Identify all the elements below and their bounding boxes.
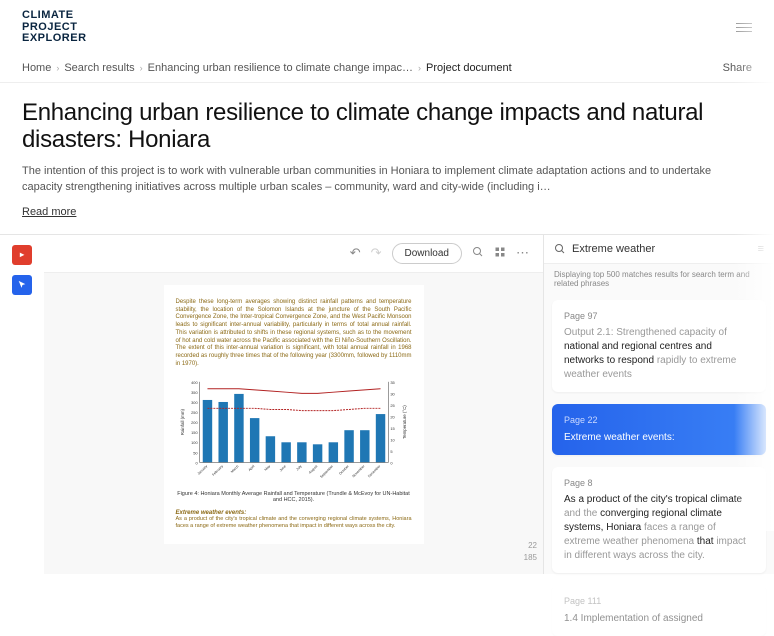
svg-text:30: 30 — [390, 391, 395, 396]
breadcrumb-home[interactable]: Home — [22, 62, 51, 74]
breadcrumb-project[interactable]: Enhancing urban resilience to climate ch… — [148, 62, 413, 74]
left-rail: ▸ — [0, 235, 44, 574]
search-icon[interactable] — [472, 246, 484, 261]
breadcrumb: Home › Search results › Enhancing urban … — [22, 62, 512, 74]
svg-text:Temperature (°C): Temperature (°C) — [402, 405, 407, 439]
svg-text:November: November — [351, 464, 366, 479]
svg-text:50: 50 — [193, 450, 198, 455]
share-link[interactable]: Share — [723, 62, 752, 74]
rainfall-chart: 0 50 100 150 200 250 300 350 400 0 5 10 15 20 25 30 35 Ja… — [176, 375, 412, 487]
result-page: Page 8 — [564, 477, 754, 490]
cursor-icon[interactable] — [12, 275, 32, 295]
search-bar: ≡ — [544, 235, 774, 264]
search-icon — [554, 243, 566, 255]
project-description: The intention of this project is to work… — [22, 164, 722, 196]
svg-text:September: September — [319, 464, 334, 479]
svg-text:35: 35 — [390, 380, 395, 385]
svg-text:Rainfall (mm): Rainfall (mm) — [179, 408, 184, 435]
svg-text:0: 0 — [390, 460, 393, 465]
doc-paragraph: Despite these long-term averages showing… — [176, 299, 412, 369]
svg-text:August: August — [307, 464, 317, 474]
result-page: Page 22 — [564, 414, 754, 427]
search-result[interactable]: Page 97 Output 2.1: Strengthened capacit… — [552, 300, 766, 393]
svg-text:20: 20 — [390, 414, 395, 419]
search-input[interactable] — [572, 243, 752, 255]
svg-text:June: June — [278, 464, 286, 472]
current-page: 22 — [524, 540, 537, 552]
result-snippet: Output 2.1: Strengthened capacity of nat… — [564, 326, 754, 382]
search-result-active[interactable]: Page 22 Extreme weather events: — [552, 404, 766, 455]
svg-text:350: 350 — [191, 390, 198, 395]
brand-line: EXPLORER — [22, 33, 87, 45]
document-page: Despite these long-term averages showing… — [164, 285, 424, 545]
doc-section-body: As a product of the city's tropical clim… — [176, 516, 412, 530]
result-snippet: 1.4 Implementation of assigned — [564, 612, 754, 626]
menu-icon[interactable] — [736, 23, 752, 32]
search-pane: ≡ Displaying top 500 matches results for… — [544, 235, 774, 574]
document-toolbar: ↶ ↷ Download ⋯ — [44, 235, 543, 273]
download-button[interactable]: Download — [392, 243, 462, 264]
svg-text:October: October — [338, 464, 350, 476]
redo-icon[interactable]: ↷ — [371, 245, 382, 261]
brand-logo[interactable]: CLIMATE PROJECT EXPLORER — [22, 10, 87, 45]
svg-text:0: 0 — [195, 460, 198, 465]
breadcrumb-current: Project document — [426, 62, 512, 74]
svg-text:March: March — [230, 464, 240, 474]
grid-icon[interactable] — [494, 246, 506, 261]
chart-caption: Figure 4: Honiara Monthly Average Rainfa… — [176, 491, 412, 504]
svg-text:100: 100 — [191, 440, 198, 445]
svg-text:December: December — [367, 464, 382, 479]
chevron-right-icon: › — [418, 63, 421, 73]
document-pane: ↶ ↷ Download ⋯ Despite these long-term a… — [44, 235, 544, 574]
svg-text:July: July — [295, 464, 302, 471]
svg-text:January: January — [196, 464, 208, 476]
svg-text:150: 150 — [191, 430, 198, 435]
chevron-right-icon: › — [56, 63, 59, 73]
svg-text:February: February — [211, 464, 224, 477]
undo-icon[interactable]: ↶ — [350, 245, 361, 261]
search-info: Displaying top 500 matches results for s… — [544, 264, 774, 294]
svg-text:10: 10 — [390, 437, 395, 442]
read-more-link[interactable]: Read more — [22, 206, 76, 218]
svg-text:400: 400 — [191, 380, 198, 385]
chevron-right-icon: › — [140, 63, 143, 73]
result-snippet: As a product of the city's tropical clim… — [564, 493, 754, 563]
result-page: Page 111 — [564, 595, 754, 608]
svg-text:5: 5 — [390, 449, 393, 454]
pdf-icon[interactable]: ▸ — [12, 245, 32, 265]
svg-text:200: 200 — [191, 420, 198, 425]
search-result[interactable]: Page 8 As a product of the city's tropic… — [552, 467, 766, 574]
search-result[interactable]: Page 111 1.4 Implementation of assigned — [552, 585, 766, 636]
svg-text:May: May — [263, 464, 271, 472]
brand-line: CLIMATE — [22, 10, 87, 22]
total-pages: 185 — [524, 552, 537, 564]
svg-text:25: 25 — [390, 403, 395, 408]
more-icon[interactable]: ⋯ — [516, 245, 529, 261]
result-page: Page 97 — [564, 310, 754, 323]
svg-text:300: 300 — [191, 400, 198, 405]
page-indicator: 22 185 — [524, 540, 537, 564]
breadcrumb-results[interactable]: Search results — [64, 62, 134, 74]
svg-text:April: April — [247, 464, 255, 472]
result-snippet: Extreme weather events: — [564, 431, 754, 445]
filter-icon[interactable]: ≡ — [758, 243, 764, 255]
page-title: Enhancing urban resilience to climate ch… — [22, 99, 752, 154]
svg-text:250: 250 — [191, 410, 198, 415]
svg-text:15: 15 — [390, 426, 395, 431]
